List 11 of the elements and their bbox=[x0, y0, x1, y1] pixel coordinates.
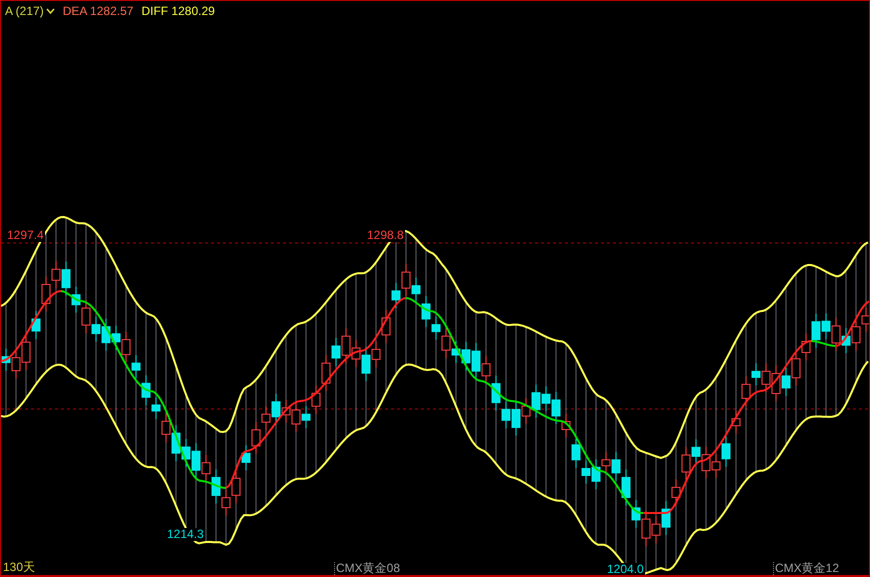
period-label: 130天 bbox=[3, 561, 36, 574]
price-label: 1214.3 bbox=[166, 528, 205, 541]
contract-label: CMX黄金12 bbox=[773, 562, 840, 575]
price-label: 1298.8 bbox=[366, 229, 405, 242]
diff-value: DIFF 1280.29 bbox=[141, 4, 215, 18]
indicator-selector[interactable]: A (217) bbox=[5, 4, 44, 18]
price-label: 1297.4 bbox=[6, 229, 45, 242]
price-label: 1204.0 bbox=[606, 563, 645, 576]
dea-value: DEA 1282.57 bbox=[62, 4, 134, 18]
contract-label: CMX黄金08 bbox=[334, 562, 400, 575]
chevron-down-icon[interactable] bbox=[46, 8, 55, 14]
